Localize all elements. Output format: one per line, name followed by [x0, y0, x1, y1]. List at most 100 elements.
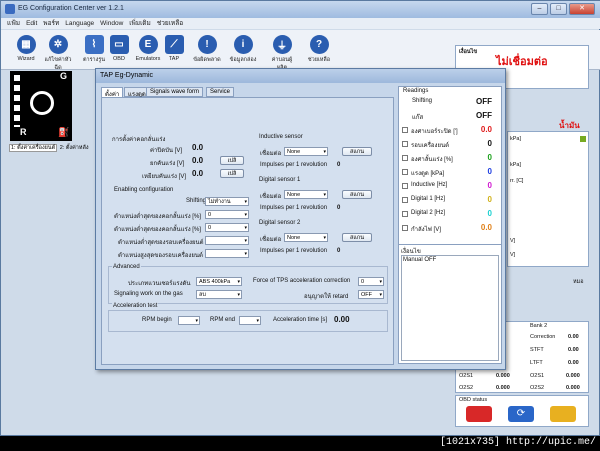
reading-checkbox[interactable] — [402, 155, 408, 161]
max-throttle-select[interactable]: 0 — [205, 223, 249, 232]
engine-warning-icon[interactable] — [550, 406, 576, 422]
obd-status-box: OBD status ⟳ — [455, 395, 589, 427]
reading-value: OFF — [476, 97, 492, 106]
reading-label: Inductive [Hz] — [411, 182, 448, 188]
fuel-pump-icon: ⛽ — [58, 127, 70, 137]
grid-icon: ▦ — [16, 35, 36, 54]
chart-icon: ⌇ — [84, 35, 104, 54]
plug-icon: ⏚ — [272, 35, 292, 54]
min-throttle-select[interactable]: 0 — [205, 210, 249, 219]
force-select[interactable]: 0 — [358, 277, 384, 286]
reading-value: 0 — [487, 195, 492, 204]
maximize-button[interactable]: □ — [550, 3, 567, 15]
reading-checkbox[interactable] — [402, 141, 408, 147]
min-rpm-select[interactable] — [205, 236, 249, 245]
reading-value: 0.0 — [480, 125, 492, 134]
readings-list: Shifting OFF แก๊ส OFF องศาเบอร์ระปิด ['] 0.0 ร… — [398, 86, 502, 248]
digital1-scan-button[interactable]: สแกน — [342, 190, 372, 199]
lift-set-button[interactable]: เปลิ — [220, 156, 244, 165]
reading-checkbox[interactable] — [402, 183, 408, 189]
e-icon: E — [138, 35, 158, 54]
left-tabs: 1: ตั้งค่าเครื่องยนต์ 2: ตั้งค่าหลัง — [9, 144, 93, 154]
tap-button[interactable]: ⟋ TAP — [159, 35, 189, 62]
pressure-type-select[interactable]: ABS 400kPa — [196, 277, 242, 286]
menu-edit[interactable]: Edit — [26, 20, 37, 27]
gear-top-label: G — [60, 71, 68, 81]
warning-icon: ! — [197, 35, 217, 54]
digital1-select[interactable]: None — [284, 190, 328, 199]
injector-button[interactable]: ✲ แก้ไขค่าหัวฉีด — [43, 35, 73, 72]
menu-more[interactable]: เพิ่มเติม — [129, 20, 151, 27]
settings-panel: การตั้งค่าคอกลั่นแร่ง ค่าปิดบัน [V] 0.0 ย… — [101, 97, 394, 365]
menu-bar: แฟ้ม Edit พอร์ท Language Window เพิ่มเติม ช่วย… — [1, 18, 600, 29]
title-bar: EG Configuration Center ver 1.2.1 – □ ✕ — [1, 1, 600, 18]
reading-checkbox[interactable] — [402, 197, 408, 203]
reading-value: 0 — [487, 139, 492, 148]
reading-value: OFF — [476, 111, 492, 120]
conditions-log[interactable]: Manual OFF — [401, 255, 499, 361]
reading-label: แรงดูด [kPa] — [411, 171, 445, 177]
obd-button[interactable]: ▭ OBD — [104, 35, 134, 62]
refresh-icon[interactable]: ⟳ — [508, 406, 534, 422]
conditions-panel: เงื่อนไข Manual OFF — [398, 244, 502, 364]
reading-checkbox[interactable] — [402, 169, 408, 175]
tab-engine[interactable]: 1: ตั้งค่าเครื่องยนต์ — [9, 144, 58, 152]
reading-label: รอบเครื่องยนต์ — [411, 143, 449, 149]
sensor-list: kPa] kPa] rr. [C] V] V] — [507, 131, 589, 267]
info-icon: i — [233, 35, 253, 54]
inductive-scan-button[interactable]: สแกน — [342, 147, 372, 156]
menu-port[interactable]: พอร์ท — [43, 20, 59, 27]
tap-icon: ⟋ — [164, 35, 184, 54]
reading-value: 0.0 — [480, 223, 492, 232]
max-rpm-select[interactable] — [205, 249, 249, 258]
menu-file[interactable]: แฟ้ม — [7, 20, 20, 27]
dialog-title-bar: TAP Eg-Dynamic — [96, 69, 505, 83]
obd-icon: ▭ — [109, 35, 129, 54]
tap-dialog: TAP Eg-Dynamic ตั้งค่า แรงดูด Signals wa… — [95, 68, 506, 370]
dialog-title: TAP Eg-Dynamic — [100, 72, 154, 79]
reading-label: แก๊ส — [412, 115, 424, 121]
shifting-select[interactable]: ไม่ทำงาน — [205, 197, 249, 206]
window-title: EG Configuration Center ver 1.2.1 — [18, 5, 124, 12]
reading-checkbox[interactable] — [402, 225, 408, 231]
menu-help[interactable]: ช่วยเหลือ — [157, 20, 183, 27]
rpm-end-select[interactable] — [239, 316, 261, 325]
voltage-group-title: การตั้งค่าคอกลั่นแร่ง — [112, 137, 166, 143]
gas-signal-select[interactable]: ลบ — [196, 290, 242, 299]
close-button[interactable]: ✕ — [569, 3, 595, 15]
accel-time-value: 0.00 — [334, 315, 350, 324]
app-icon — [5, 4, 15, 14]
wizard-button[interactable]: ▦ Wizard — [11, 35, 41, 62]
obd-connector-icon[interactable] — [466, 406, 492, 422]
press-set-button[interactable]: เปลิ — [220, 169, 244, 178]
tab-signals[interactable]: Signals wave form — [146, 87, 204, 97]
reading-value: 0 — [487, 167, 492, 176]
minimize-button[interactable]: – — [531, 3, 548, 15]
errors-button[interactable]: ! ข้อผิดพลาด — [192, 35, 222, 64]
reading-checkbox[interactable] — [402, 127, 408, 133]
help-button[interactable]: ? ช่วยเหลือ — [304, 35, 334, 64]
gear-knob-icon — [30, 91, 54, 115]
reading-checkbox[interactable] — [402, 211, 408, 217]
manufacturer-button[interactable]: ⏚ค่าบอนผู้ผลิต — [267, 35, 297, 72]
gear-icon: ✲ — [48, 35, 68, 54]
main-window: EG Configuration Center ver 1.2.1 – □ ✕ … — [0, 0, 600, 436]
reading-value: 0 — [487, 153, 492, 162]
reading-label: Digital 1 [Hz] — [411, 196, 446, 202]
rpm-begin-select[interactable] — [178, 316, 200, 325]
digital2-scan-button[interactable]: สแกน — [342, 233, 372, 242]
inductive-select[interactable]: None — [284, 147, 328, 156]
retard-select[interactable]: OFF — [358, 290, 384, 299]
digital2-select[interactable]: None — [284, 233, 328, 242]
reading-label: องศาเบอร์ระปิด ['] — [411, 129, 458, 135]
gear-indicator: G R ⛽ — [10, 71, 72, 141]
tab-service[interactable]: Service — [206, 87, 235, 97]
reading-label: องศาลั้นแร่ง [%] — [411, 157, 453, 163]
tab-settings[interactable]: ตั้งค่า — [101, 87, 124, 98]
reading-label: Shifting — [412, 98, 433, 104]
menu-window[interactable]: Window — [100, 20, 123, 27]
tab-rear[interactable]: 2: ตั้งค่าหลัง — [59, 145, 90, 151]
reading-value: 0 — [487, 209, 492, 218]
box-info-button[interactable]: i ข้อมูลกล่อง — [228, 35, 258, 64]
menu-language[interactable]: Language — [65, 20, 94, 27]
